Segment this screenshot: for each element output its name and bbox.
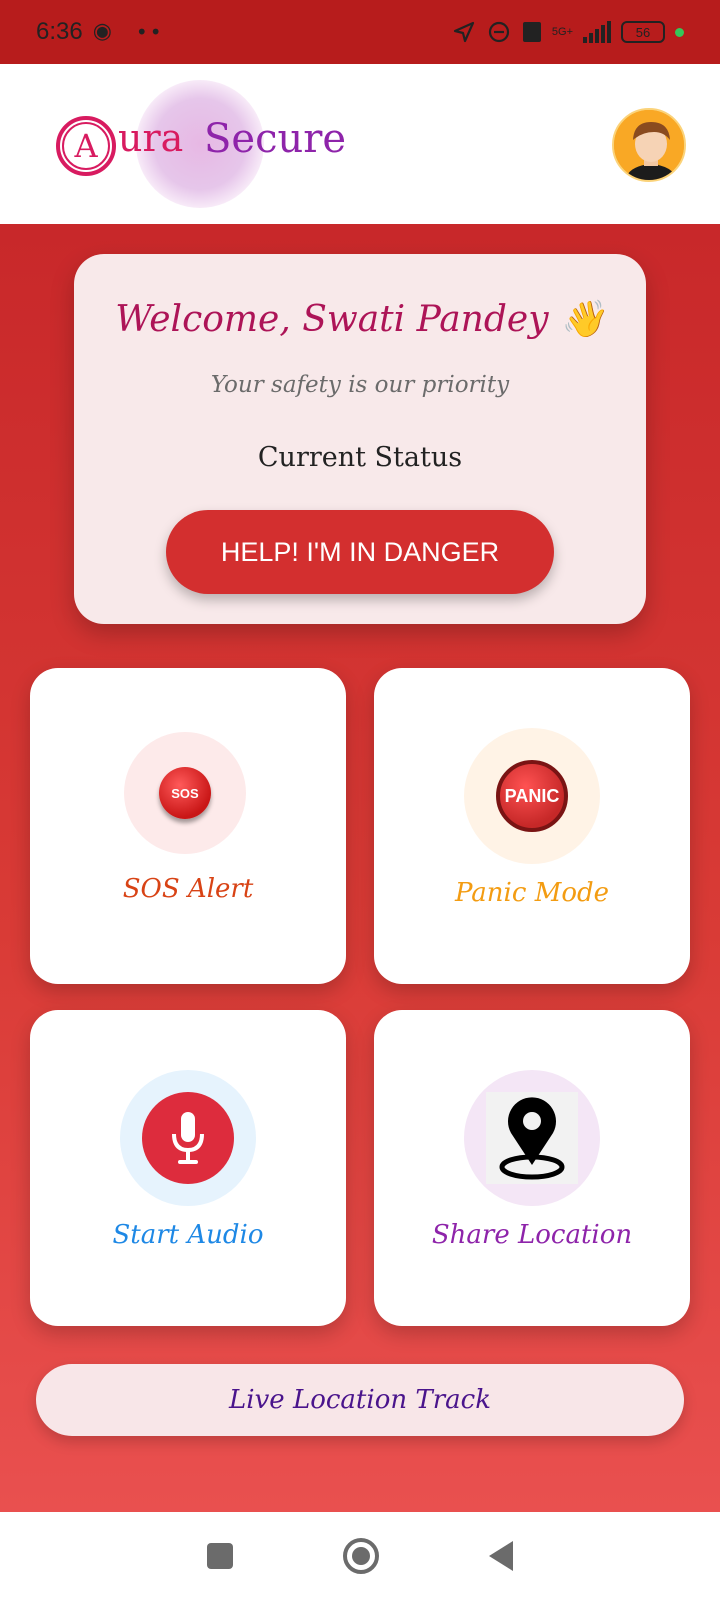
location-icon-circle	[464, 1070, 600, 1206]
sos-button-icon: SOS	[159, 767, 211, 819]
status-time: 6:36	[36, 18, 83, 45]
welcome-card: Welcome, Swati Pandey 👋 Your safety is o…	[74, 254, 646, 624]
location-pin-icon	[486, 1092, 578, 1184]
more-notifications-icon: ••	[135, 20, 164, 44]
welcome-title: Welcome, Swati Pandey 👋	[115, 299, 605, 340]
status-left: 6:36 ◉ ••	[36, 18, 164, 46]
sos-icon-text: SOS	[171, 785, 199, 801]
status-right: 5G+ 56	[452, 20, 684, 44]
signal-icon	[583, 21, 611, 43]
panic-icon-text: PANIC	[504, 785, 560, 806]
network-type: 5G+	[551, 25, 573, 38]
start-audio-tile[interactable]: Start Audio	[30, 1010, 346, 1326]
user-avatar-icon	[614, 110, 684, 180]
microphone-icon	[142, 1092, 234, 1184]
logo-icon: A	[56, 116, 116, 176]
app-header: A ura Secure	[0, 64, 720, 224]
live-location-track-button[interactable]: Live Location Track	[36, 1364, 684, 1436]
sos-alert-tile[interactable]: SOS SOS Alert	[30, 668, 346, 984]
battery-icon: 56	[621, 21, 665, 43]
logo-text-part-1: ura	[118, 116, 184, 160]
main-content: Welcome, Swati Pandey 👋 Your safety is o…	[0, 224, 720, 1512]
privacy-indicator-dot	[675, 27, 684, 37]
sos-icon-circle: SOS	[124, 732, 246, 854]
profile-avatar[interactable]	[612, 108, 686, 182]
share-location-tile[interactable]: Share Location	[374, 1010, 690, 1326]
status-bar: 6:36 ◉ •• 5G+ 56	[0, 0, 720, 64]
logo-letter: A	[62, 122, 110, 170]
audio-icon-circle	[120, 1070, 256, 1206]
volte-icon	[522, 22, 541, 42]
pin-glyph	[499, 1097, 565, 1180]
logo-text-part-2: Secure	[204, 116, 347, 162]
start-audio-label: Start Audio	[112, 1220, 264, 1250]
panic-icon-circle: PANIC	[464, 728, 600, 864]
panic-mode-label: Panic Mode	[454, 878, 610, 908]
sos-alert-label: SOS Alert	[122, 874, 254, 904]
help-danger-button[interactable]: HELP! I'M IN DANGER	[166, 510, 554, 594]
battery-level: 56	[635, 24, 651, 40]
share-location-label: Share Location	[431, 1220, 633, 1250]
welcome-subtitle: Your safety is our priority	[210, 372, 510, 398]
home-icon[interactable]	[343, 1538, 379, 1574]
system-nav-bar	[0, 1512, 720, 1600]
location-icon	[453, 21, 474, 43]
mic-glyph	[172, 1112, 204, 1164]
notification-icon: ◉	[92, 19, 112, 44]
back-icon[interactable]	[489, 1541, 513, 1571]
panic-button-icon: PANIC	[496, 760, 568, 832]
current-status-label: Current Status	[257, 442, 463, 473]
panic-mode-tile[interactable]: PANIC Panic Mode	[374, 668, 690, 984]
recents-icon[interactable]	[207, 1543, 233, 1569]
link-icon	[488, 21, 509, 43]
